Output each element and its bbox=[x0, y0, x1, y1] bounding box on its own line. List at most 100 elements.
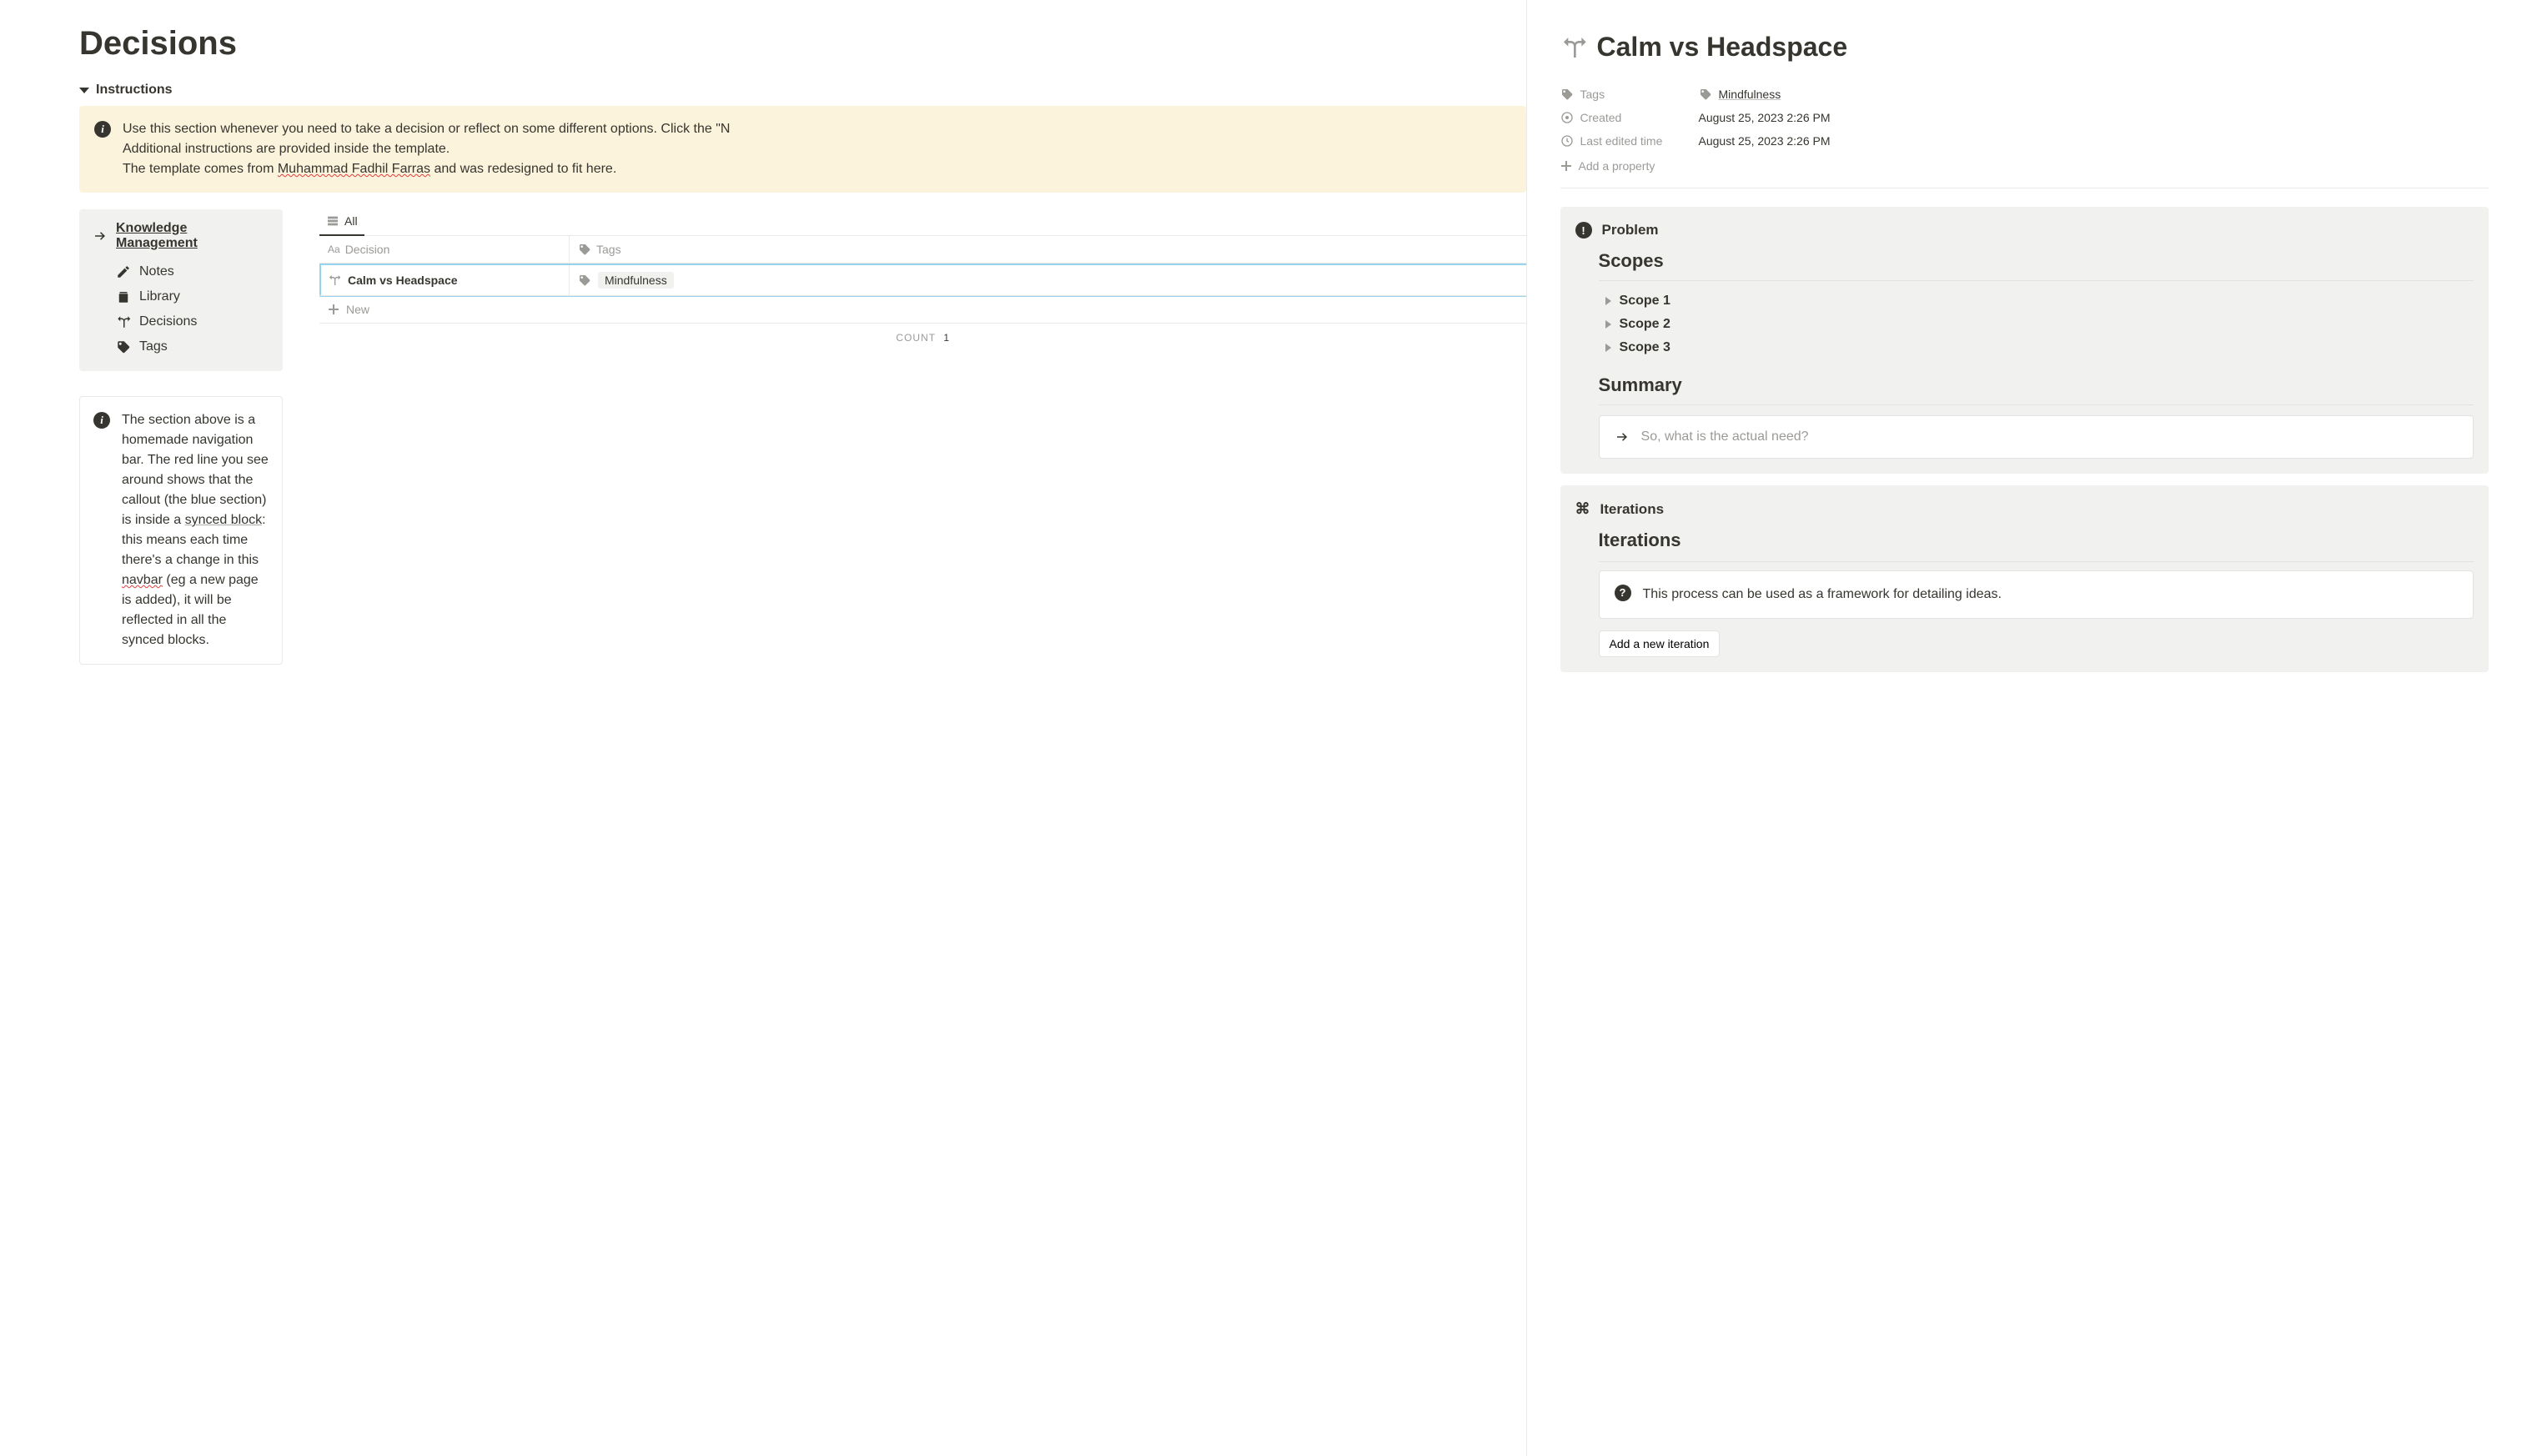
instructions-toggle[interactable]: Instructions bbox=[79, 83, 1526, 98]
iterations-callout: ? This process can be used as a framewor… bbox=[1599, 570, 2474, 619]
pencil-icon bbox=[116, 264, 131, 279]
view-tabs: All bbox=[319, 209, 1526, 236]
content-columns: Knowledge Management Notes Library Decis… bbox=[79, 209, 1526, 665]
tab-all[interactable]: All bbox=[319, 209, 364, 236]
column-decision[interactable]: Aa Decision bbox=[319, 236, 570, 263]
summary-heading: Summary bbox=[1599, 374, 2474, 396]
arrow-right-icon bbox=[1615, 429, 1630, 444]
chevron-right-icon bbox=[1605, 320, 1611, 329]
prop-tags[interactable]: Tags Mindfulness bbox=[1560, 83, 2489, 106]
cell-tags: Mindfulness bbox=[570, 265, 1526, 295]
nav-item-label: Decisions bbox=[139, 314, 197, 329]
divider bbox=[1599, 561, 2474, 562]
synced-block-link[interactable]: synced block bbox=[185, 513, 263, 527]
new-row[interactable]: New bbox=[319, 296, 1526, 324]
tag-icon bbox=[1560, 88, 1574, 101]
callout-line-2: Additional instructions are provided ins… bbox=[123, 139, 730, 159]
chevron-right-icon bbox=[1605, 344, 1611, 352]
problem-block: ! Problem Scopes Scope 1 Scope 2 Scope 3… bbox=[1560, 207, 2489, 474]
tag-chip: Mindfulness bbox=[598, 272, 674, 289]
nav-card: Knowledge Management Notes Library Decis… bbox=[79, 209, 283, 371]
scope-label: Scope 2 bbox=[1620, 317, 1670, 332]
add-iteration-button[interactable]: Add a new iteration bbox=[1599, 630, 1721, 657]
divider bbox=[1599, 404, 2474, 405]
scope-label: Scope 1 bbox=[1620, 294, 1670, 309]
new-label: New bbox=[346, 303, 369, 316]
nav-item-library[interactable]: Library bbox=[93, 284, 269, 309]
prop-value: August 25, 2023 2:26 PM bbox=[1699, 134, 1831, 148]
divider bbox=[1599, 280, 2474, 281]
chevron-down-icon bbox=[79, 88, 89, 93]
chevron-right-icon bbox=[1605, 297, 1611, 305]
detail-title-text: Calm vs Headspace bbox=[1597, 32, 1848, 63]
tag-icon bbox=[578, 274, 591, 287]
exclaim-icon: ! bbox=[1575, 222, 1592, 238]
iterations-header: ⌘ Iterations bbox=[1575, 500, 2474, 518]
prop-value: Mindfulness bbox=[1699, 88, 1781, 101]
iterations-text: This process can be used as a framework … bbox=[1643, 585, 2002, 605]
author-link[interactable]: Muhammad Fadhil Farras bbox=[278, 162, 430, 176]
prop-label: Tags bbox=[1560, 88, 1699, 101]
book-icon bbox=[116, 289, 131, 304]
count-label: COUNT bbox=[896, 332, 936, 344]
callout-line-3: The template comes from Muhammad Fadhil … bbox=[123, 159, 730, 179]
prop-edited[interactable]: Last edited time August 25, 2023 2:26 PM bbox=[1560, 129, 2489, 153]
scope-item[interactable]: Scope 1 bbox=[1575, 289, 2474, 313]
nav-header[interactable]: Knowledge Management bbox=[93, 221, 269, 251]
fork-icon bbox=[1560, 34, 1587, 61]
need-prompt: So, what is the actual need? bbox=[1641, 429, 1809, 444]
info-card: i The section above is a homemade naviga… bbox=[79, 396, 283, 665]
table-row[interactable]: Calm vs Headspace Mindfulness bbox=[319, 264, 1526, 296]
column-tags[interactable]: Tags bbox=[570, 236, 1526, 263]
tab-label: All bbox=[344, 214, 358, 228]
nav-header-label: Knowledge Management bbox=[116, 221, 269, 251]
prop-label: Last edited time bbox=[1560, 134, 1699, 148]
plus-icon bbox=[1560, 160, 1572, 172]
problem-label: Problem bbox=[1602, 222, 1659, 238]
tag-icon bbox=[116, 339, 131, 354]
cell-decision: Calm vs Headspace bbox=[319, 265, 570, 295]
info-card-text: The section above is a homemade navigati… bbox=[122, 410, 269, 650]
table-header: Aa Decision Tags bbox=[319, 236, 1526, 264]
instructions-callout: i Use this section whenever you need to … bbox=[79, 106, 1526, 193]
plus-icon bbox=[328, 304, 339, 315]
prop-label: Created bbox=[1560, 111, 1699, 124]
need-callout[interactable]: So, what is the actual need? bbox=[1599, 415, 2474, 459]
tag-icon bbox=[1699, 88, 1712, 101]
column-label: Tags bbox=[596, 243, 621, 256]
clock-icon bbox=[1560, 111, 1574, 124]
navbar-word: navbar bbox=[122, 573, 163, 587]
info-icon: i bbox=[94, 121, 111, 138]
nav-item-notes[interactable]: Notes bbox=[93, 259, 269, 284]
nav-item-decisions[interactable]: Decisions bbox=[93, 309, 269, 334]
prop-value: August 25, 2023 2:26 PM bbox=[1699, 111, 1831, 124]
question-icon: ? bbox=[1615, 585, 1631, 601]
info-icon: i bbox=[93, 412, 110, 429]
callout-line-1: Use this section whenever you need to ta… bbox=[123, 119, 730, 139]
clock-icon bbox=[1560, 134, 1574, 148]
callout-text: Use this section whenever you need to ta… bbox=[123, 119, 730, 179]
add-property-label: Add a property bbox=[1579, 159, 1655, 173]
arrow-right-icon bbox=[93, 228, 108, 244]
title-prop-icon: Aa bbox=[328, 244, 340, 255]
database-area: All Aa Decision Tags bbox=[319, 209, 1526, 665]
fork-icon bbox=[116, 314, 131, 329]
scope-item[interactable]: Scope 3 bbox=[1575, 336, 2474, 359]
row-title: Calm vs Headspace bbox=[348, 274, 458, 287]
nav-item-label: Tags bbox=[139, 339, 168, 354]
scope-item[interactable]: Scope 2 bbox=[1575, 313, 2474, 336]
nav-item-label: Library bbox=[139, 289, 180, 304]
command-icon: ⌘ bbox=[1575, 500, 1590, 518]
table-icon bbox=[326, 214, 339, 228]
tag-icon bbox=[578, 243, 591, 256]
add-property[interactable]: Add a property bbox=[1560, 153, 2489, 188]
prop-created[interactable]: Created August 25, 2023 2:26 PM bbox=[1560, 106, 2489, 129]
count-row: COUNT 1 bbox=[319, 324, 1526, 352]
side-panel: Calm vs Headspace Tags Mindfulness Creat… bbox=[1526, 0, 2522, 1456]
detail-title: Calm vs Headspace bbox=[1560, 32, 2489, 63]
nav-item-tags[interactable]: Tags bbox=[93, 334, 269, 359]
problem-header: ! Problem bbox=[1575, 222, 2474, 238]
column-label: Decision bbox=[345, 243, 390, 256]
scopes-heading: Scopes bbox=[1599, 250, 2474, 272]
add-iteration-label: Add a new iteration bbox=[1610, 637, 1710, 650]
